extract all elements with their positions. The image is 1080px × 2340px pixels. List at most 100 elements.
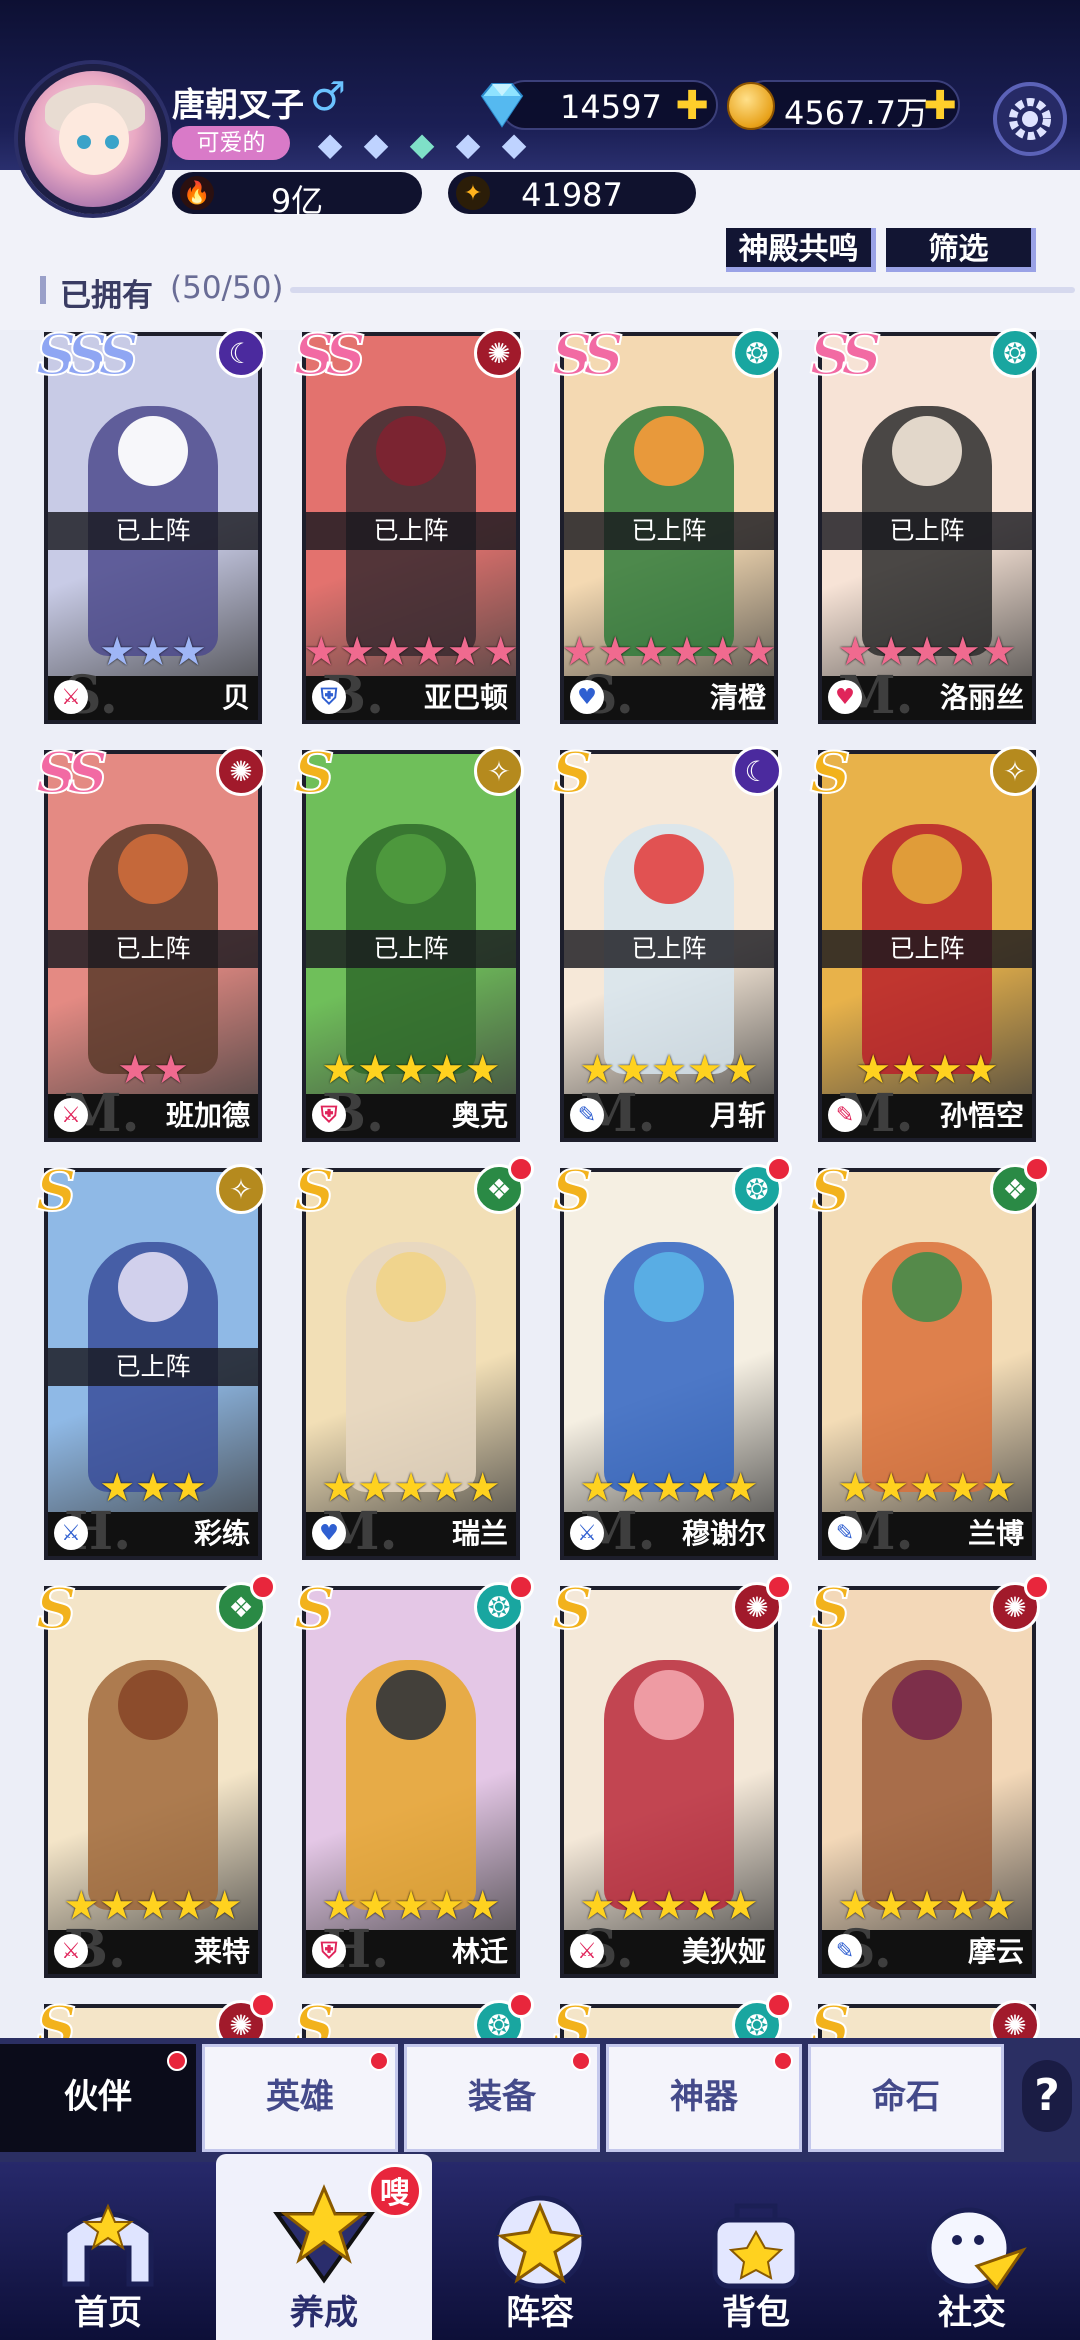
hero-card[interactable]: 已上阵 ★ ★ ★ ★ ★ ★ B. ⛨ 亚巴顿 SS ✺ bbox=[293, 328, 524, 724]
nav-item-3[interactable]: 阵容 bbox=[432, 2162, 648, 2340]
fire-element-icon: ✺ bbox=[216, 746, 266, 796]
star-icon: ★ bbox=[170, 629, 207, 675]
hero-portrait: 已上阵 ★ ★ M. ⚔ 班加德 bbox=[44, 750, 262, 1142]
notification-dot bbox=[1024, 1574, 1050, 1600]
hero-head bbox=[376, 834, 446, 904]
cultivate-icon bbox=[269, 2184, 379, 2284]
nav-label: 首页 bbox=[74, 2293, 142, 2333]
hero-card[interactable]: 已上阵 ★ ★ ★ ★ ★ M. ✎ 月斩 S ☾ bbox=[551, 739, 782, 1142]
bottom-navigation: 首页 养成 嗖阵容 背包 社交 bbox=[0, 2154, 1080, 2340]
hero-card[interactable]: 已上阵 ★ ★ ★ S. ⚔ 贝 SSS ☾ bbox=[35, 328, 266, 724]
bag-icon bbox=[701, 2192, 811, 2292]
section-divider bbox=[290, 287, 1075, 293]
hero-head bbox=[118, 1670, 188, 1740]
star-icon: ★ bbox=[135, 1883, 171, 1929]
rarity-badge: SS bbox=[551, 328, 625, 389]
rarity-badge: S bbox=[35, 1157, 78, 1225]
star-icon: ★ bbox=[944, 1465, 981, 1511]
hero-name: 摩云 bbox=[967, 1935, 1024, 1968]
hero-card[interactable]: ★ ★ ★ ★ ★ S. ✎ 摩云 S ✺ bbox=[809, 1574, 1050, 1978]
moon-element-icon: ☾ bbox=[216, 328, 266, 378]
tab-4[interactable]: 神器 bbox=[606, 2044, 802, 2152]
tab-1[interactable]: 伙伴 bbox=[0, 2044, 196, 2152]
hero-card[interactable]: 已上阵 ★ ★ ★ ★ ★ ★ S. ♥ 清橙 SS ❂ bbox=[551, 328, 782, 724]
hero-portrait: ★ ★ ★ ★ ★ S. ✎ 摩云 bbox=[818, 1586, 1036, 1978]
hero-card[interactable]: ⚔S✺ bbox=[35, 1992, 276, 2038]
title-badge[interactable]: 可爱的 bbox=[172, 126, 290, 160]
hero-card[interactable]: ⚔S❂ bbox=[293, 1992, 534, 2038]
shield-class-icon: ⛨ bbox=[312, 1934, 346, 1968]
player-avatar[interactable] bbox=[18, 64, 168, 214]
sword-class-icon: ⚔ bbox=[54, 1934, 88, 1968]
hero-name: 林迁 bbox=[451, 1935, 508, 1968]
hero-head bbox=[892, 1252, 962, 1322]
star-icon: ★ bbox=[722, 1047, 759, 1093]
tab-5[interactable]: 命石 bbox=[808, 2044, 1004, 2152]
nav-item-1[interactable]: 首页 bbox=[0, 2162, 216, 2340]
hero-card[interactable]: ★ ★ ★ ★ ★ B. ⚔ 莱特 S ❖ bbox=[35, 1574, 276, 1978]
star-icon: ★ bbox=[135, 1465, 171, 1511]
hero-card[interactable]: ★ ★ ★ ★ ★ M. ♥ 瑞兰 S ❖ bbox=[293, 1156, 534, 1560]
settings-button[interactable] bbox=[993, 82, 1067, 156]
rarity-badge: SS bbox=[35, 739, 109, 807]
hero-card[interactable]: ★ ★ ★ ★ ★ M. ✎ 兰博 S ❖ bbox=[809, 1156, 1050, 1560]
owned-count: (50/50) bbox=[170, 270, 284, 306]
tab-2[interactable]: 英雄 bbox=[202, 2044, 398, 2152]
star-icon: ★ bbox=[464, 1047, 501, 1093]
add-diamonds-button[interactable]: ✚ bbox=[672, 86, 712, 126]
resonance-button[interactable]: 神殿共鸣 bbox=[726, 228, 876, 272]
hero-card[interactable]: 已上阵 ★ ★ ★ H. ⚔ 彩练 S ✧ bbox=[35, 1157, 266, 1560]
hero-nameplate: S. ⚔ 美狄娅 bbox=[564, 1919, 774, 1974]
hero-card[interactable]: ★ ★ ★ ★ ★ H. ⛨ 林迁 S ❂ bbox=[293, 1574, 534, 1978]
hero-portrait: ★ ★ ★ ★ ★ M. ♥ 瑞兰 bbox=[302, 1168, 520, 1560]
hero-card[interactable]: 已上阵 ★ ★ M. ⚔ 班加德 SS ✺ bbox=[35, 739, 266, 1142]
hero-portrait: 已上阵 ★ ★ ★ ★ M. ✎ 孙悟空 bbox=[818, 750, 1036, 1142]
rarity-badge: S bbox=[551, 1993, 594, 2038]
gear-icon bbox=[1009, 98, 1051, 140]
hero-card[interactable]: ★ ★ ★ ★ ★ M. ⚔ 穆谢尔 S ❂ bbox=[551, 1156, 792, 1560]
star-icon: ★ bbox=[651, 1883, 687, 1929]
hero-card[interactable]: 已上阵 ★ ★ ★ ★ M. ✎ 孙悟空 S ✧ bbox=[809, 739, 1040, 1142]
star-icon: ★ bbox=[686, 1883, 723, 1929]
hero-portrait: 已上阵 ★ ★ ★ ★ ★ ★ B. ⛨ 亚巴顿 bbox=[302, 332, 520, 724]
notification-dot bbox=[508, 1156, 534, 1182]
lineup-icon bbox=[485, 2192, 595, 2292]
section-marker bbox=[40, 276, 46, 304]
star-icon: ★ bbox=[909, 1883, 945, 1929]
hero-name: 班加德 bbox=[165, 1099, 250, 1132]
star-icon: ★ bbox=[651, 1465, 687, 1511]
coin-value: 4567.7万 bbox=[784, 94, 928, 132]
hero-portrait: 已上阵 ★ ★ ★ S. ⚔ 贝 bbox=[44, 332, 262, 724]
help-button[interactable]: ? bbox=[1022, 2060, 1072, 2132]
power-value: 9亿 bbox=[270, 182, 324, 220]
nav-item-5[interactable]: 社交 bbox=[864, 2162, 1080, 2340]
hero-card[interactable]: 已上阵 ★ ★ ★ ★ ★ B. ⛨ 奥克 S ✧ bbox=[293, 739, 524, 1142]
hero-portrait: ★ ★ ★ ★ ★ H. ⛨ 林迁 bbox=[302, 1586, 520, 1978]
hero-card[interactable]: 已上阵 ★ ★ ★ ★ ★ M. ♥ 洛丽丝 SS ❂ bbox=[809, 328, 1040, 724]
add-coins-button[interactable]: ✚ bbox=[920, 86, 960, 126]
avatar-eye bbox=[105, 135, 119, 149]
notification-dot bbox=[250, 1992, 276, 2018]
tab-3[interactable]: 装备 bbox=[404, 2044, 600, 2152]
hero-name: 月斩 bbox=[709, 1099, 766, 1132]
rarity-badge: SSS bbox=[35, 328, 140, 389]
star-icon: ★ bbox=[704, 629, 741, 675]
tab-label: 伙伴 bbox=[64, 2077, 132, 2117]
notification-dot bbox=[766, 1992, 792, 2018]
star-icon: ★ bbox=[428, 1465, 465, 1511]
rarity-badge: S bbox=[35, 1575, 78, 1643]
tab-label: 装备 bbox=[468, 2077, 536, 2117]
hero-nameplate: H. ⛨ 林迁 bbox=[306, 1919, 516, 1974]
nav-item-4[interactable]: 背包 bbox=[648, 2162, 864, 2340]
hero-card[interactable]: ⚔S❂ bbox=[551, 1992, 792, 2038]
hero-card[interactable]: ⚔S✺ bbox=[809, 1993, 1040, 2038]
star-icon: ★ bbox=[393, 1465, 429, 1511]
player-name: 唐朝叉子 bbox=[172, 85, 304, 124]
notification-dot bbox=[766, 1574, 792, 1600]
filter-button[interactable]: 筛选 bbox=[886, 228, 1036, 272]
hero-card[interactable]: ★ ★ ★ ★ ★ S. ⚔ 美狄娅 S ✺ bbox=[551, 1574, 792, 1978]
notification-dot bbox=[167, 2051, 187, 2071]
avatar-eye bbox=[77, 135, 91, 149]
rarity-badge: S bbox=[809, 1575, 852, 1643]
nav-item-2[interactable]: 养成 嗖 bbox=[216, 2154, 432, 2340]
